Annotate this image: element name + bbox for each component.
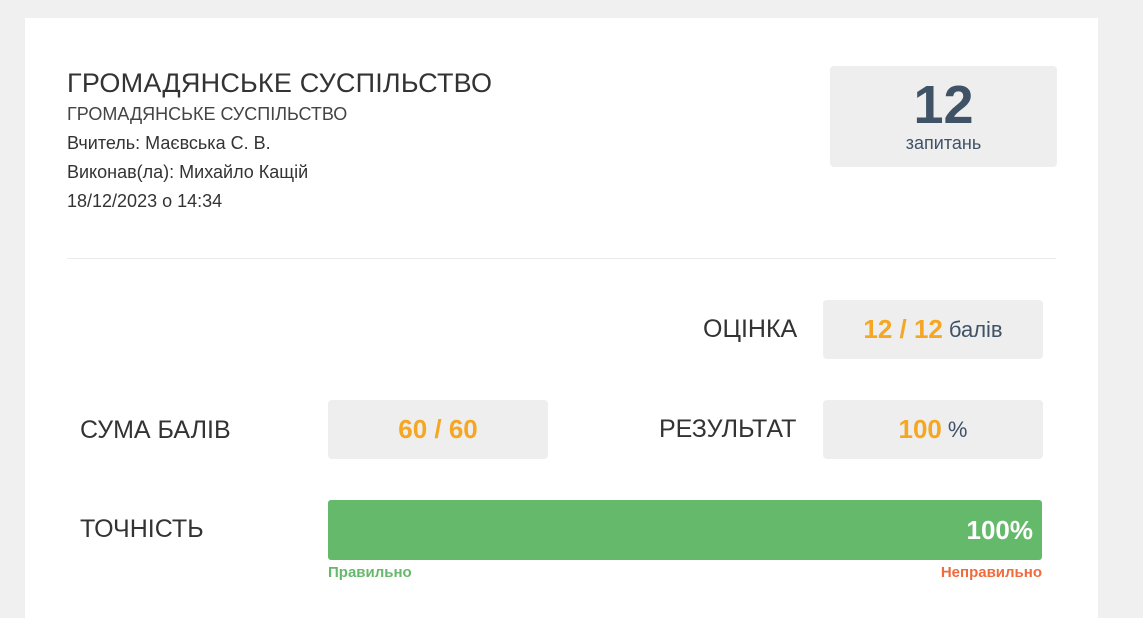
sum-label: СУМА БАЛІВ — [80, 416, 231, 444]
accuracy-progress-fill — [328, 500, 1042, 560]
result-box: 100 % — [823, 400, 1043, 459]
test-title: ГРОМАДЯНСЬКЕ СУСПІЛЬСТВО — [67, 68, 493, 98]
grade-unit: балів — [948, 316, 1003, 342]
sum-value: 60 / 60 — [398, 414, 478, 444]
test-subtitle: ГРОМАДЯНСЬКЕ СУСПІЛЬСТВО — [67, 104, 348, 124]
result-label: РЕЗУЛЬТАТ — [659, 415, 797, 443]
grade-value: 12 / 12 — [863, 314, 943, 344]
grade-label: ОЦІНКА — [703, 315, 798, 343]
questions-count-box: 12 запитань — [830, 66, 1057, 167]
correct-legend: Правильно — [328, 564, 412, 581]
performer-line: Виконав(ла): Михайло Кащій — [67, 162, 309, 182]
result-unit: % — [947, 416, 968, 442]
result-value: 100 — [898, 414, 942, 444]
sum-box: 60 / 60 — [328, 400, 548, 459]
accuracy-progress-bar: 100% — [328, 500, 1042, 560]
teacher-line: Вчитель: Маєвська С. В. — [67, 133, 271, 153]
grade-box: 12 / 12 балів — [823, 300, 1043, 359]
questions-count: 12 — [913, 75, 974, 135]
divider — [67, 258, 1056, 259]
result-card: ГРОМАДЯНСЬКЕ СУСПІЛЬСТВО ГРОМАДЯНСЬКЕ СУ… — [25, 18, 1098, 618]
datetime-line: 18/12/2023 о 14:34 — [67, 191, 223, 211]
questions-label: запитань — [905, 133, 982, 153]
accuracy-percent: 100% — [966, 515, 1034, 545]
accuracy-label: ТОЧНІСТЬ — [80, 515, 204, 543]
incorrect-legend: Неправильно — [940, 564, 1042, 581]
